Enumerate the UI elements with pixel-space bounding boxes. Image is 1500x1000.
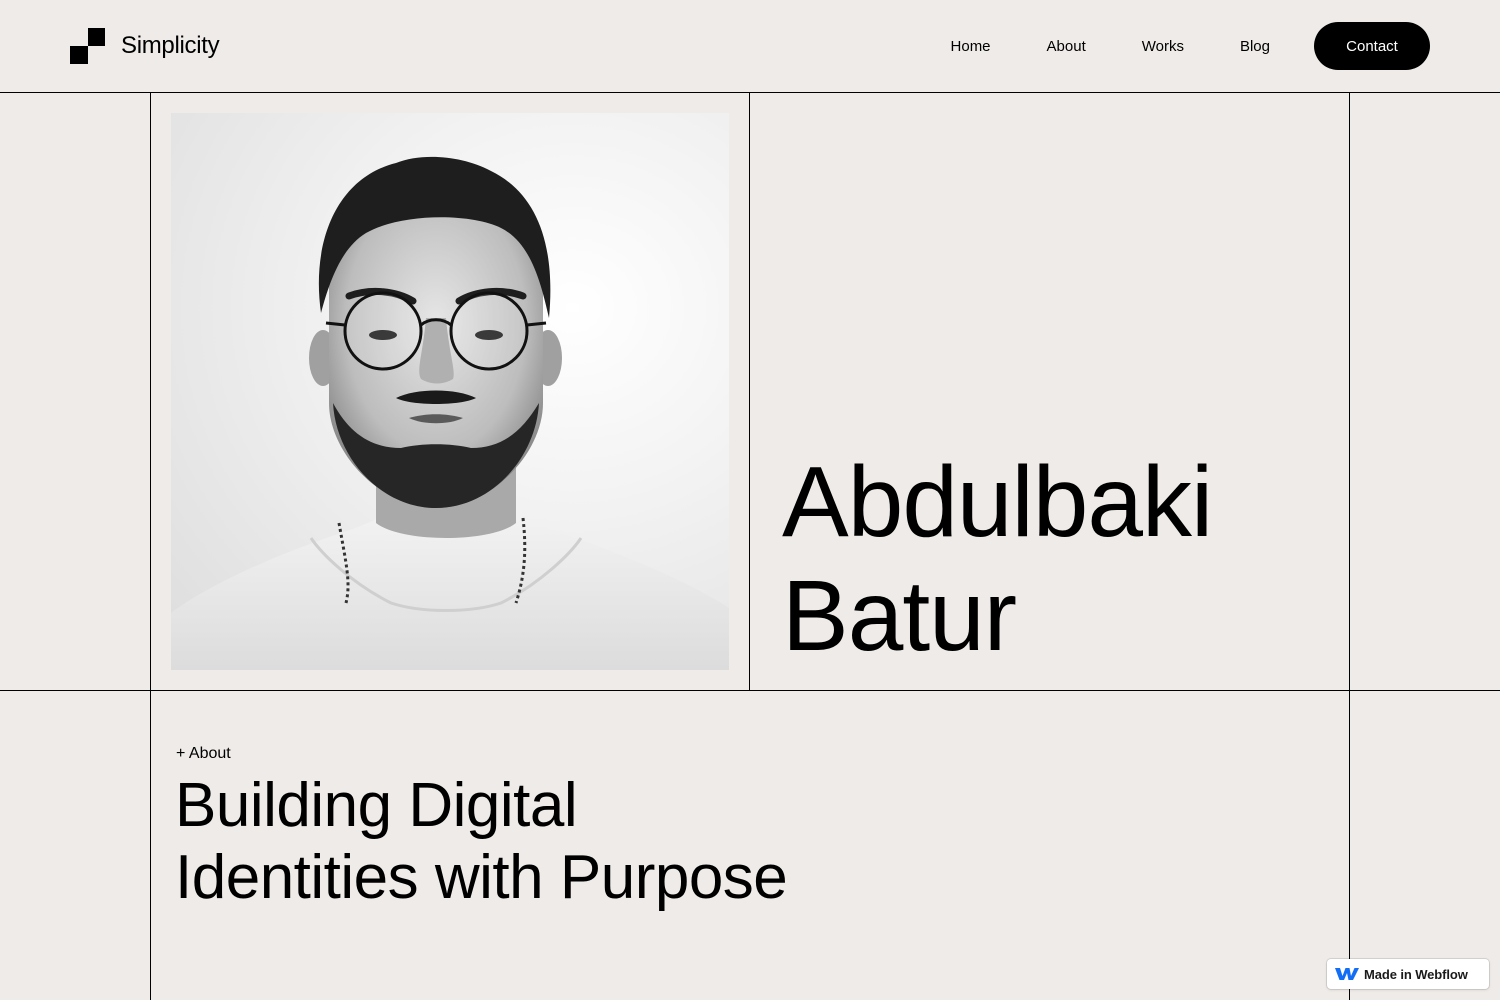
brand-name: Simplicity xyxy=(121,32,220,59)
about-heading-line-1: Building Digital xyxy=(175,771,578,840)
nav-works[interactable]: Works xyxy=(1142,38,1184,55)
page: Simplicity Home About Works Blog Contact xyxy=(0,0,1500,1000)
about-heading: Building Digital Identities with Purpose xyxy=(175,770,935,914)
hero-name-first: Abdulbaki xyxy=(782,446,1213,558)
logo-link[interactable]: Simplicity xyxy=(70,28,220,64)
badge-label: Made in Webflow xyxy=(1364,966,1468,982)
made-in-webflow-badge[interactable]: Made in Webflow xyxy=(1327,959,1489,989)
nav-blog[interactable]: Blog xyxy=(1240,38,1270,55)
site-header: Simplicity Home About Works Blog Contact xyxy=(0,0,1500,93)
about-heading-line-2: Identities with Purpose xyxy=(175,843,788,912)
portrait-photo xyxy=(171,113,729,670)
grid-line-middle xyxy=(0,690,1500,691)
webflow-icon xyxy=(1335,968,1359,980)
about-tag: + About xyxy=(176,745,231,762)
hero-name-last: Batur xyxy=(782,560,1017,672)
nav-home[interactable]: Home xyxy=(951,38,991,55)
grid-line-center xyxy=(749,93,750,690)
portrait-illustration xyxy=(171,156,729,670)
grid-line-left xyxy=(150,93,151,1000)
hero-name: Abdulbaki Batur xyxy=(782,445,1342,673)
nav-about[interactable]: About xyxy=(1047,38,1086,55)
stair-squares-logo-icon xyxy=(70,28,106,64)
main-nav: Home About Works Blog Contact xyxy=(951,22,1430,70)
contact-button[interactable]: Contact xyxy=(1314,22,1430,70)
grid-line-right xyxy=(1349,93,1350,1000)
